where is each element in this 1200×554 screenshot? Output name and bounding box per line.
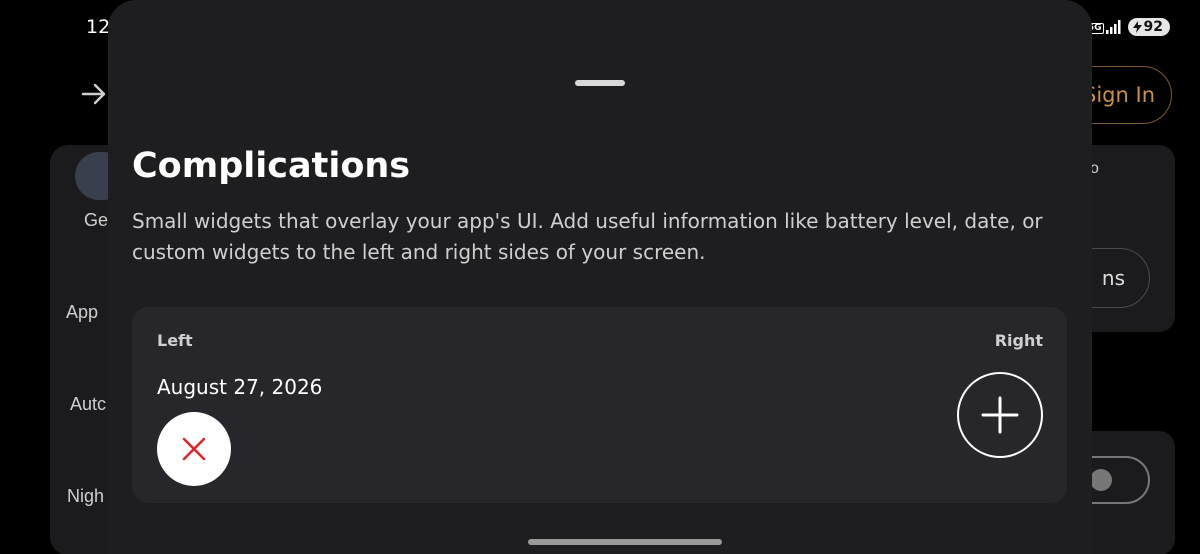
background-label-app: App <box>66 302 99 322</box>
complications-sheet: Complications Small widgets that overlay… <box>108 0 1092 554</box>
battery-level: 92 <box>1143 18 1163 35</box>
drag-handle[interactable] <box>575 80 625 86</box>
home-indicator[interactable] <box>528 539 722 545</box>
background-label-night: Nigh <box>67 486 105 506</box>
add-right-complication-button[interactable] <box>957 372 1043 458</box>
forward-arrow-icon[interactable] <box>80 80 108 112</box>
complications-card: Left Right August 27, 2026 <box>132 307 1067 503</box>
screen: Sign In Ge App Autc Nigh o ns 12:19 <box>0 0 1200 554</box>
battery-indicator: 92 <box>1127 17 1170 36</box>
sheet-description: Small widgets that overlay your app's UI… <box>132 209 1043 264</box>
sheet-title: Complications <box>132 146 411 186</box>
remove-left-complication-button[interactable] <box>157 412 231 486</box>
left-complication-date: August 27, 2026 <box>157 375 323 399</box>
background-label-general: Ge <box>84 210 109 230</box>
charging-bolt-icon <box>1132 20 1142 33</box>
background-label-auto: Autc <box>70 394 107 414</box>
close-icon <box>182 437 206 461</box>
right-column-label: Right <box>994 331 1043 350</box>
left-column-label: Left <box>157 331 193 350</box>
toggle-knob <box>1090 469 1112 491</box>
plus-icon <box>981 396 1019 434</box>
